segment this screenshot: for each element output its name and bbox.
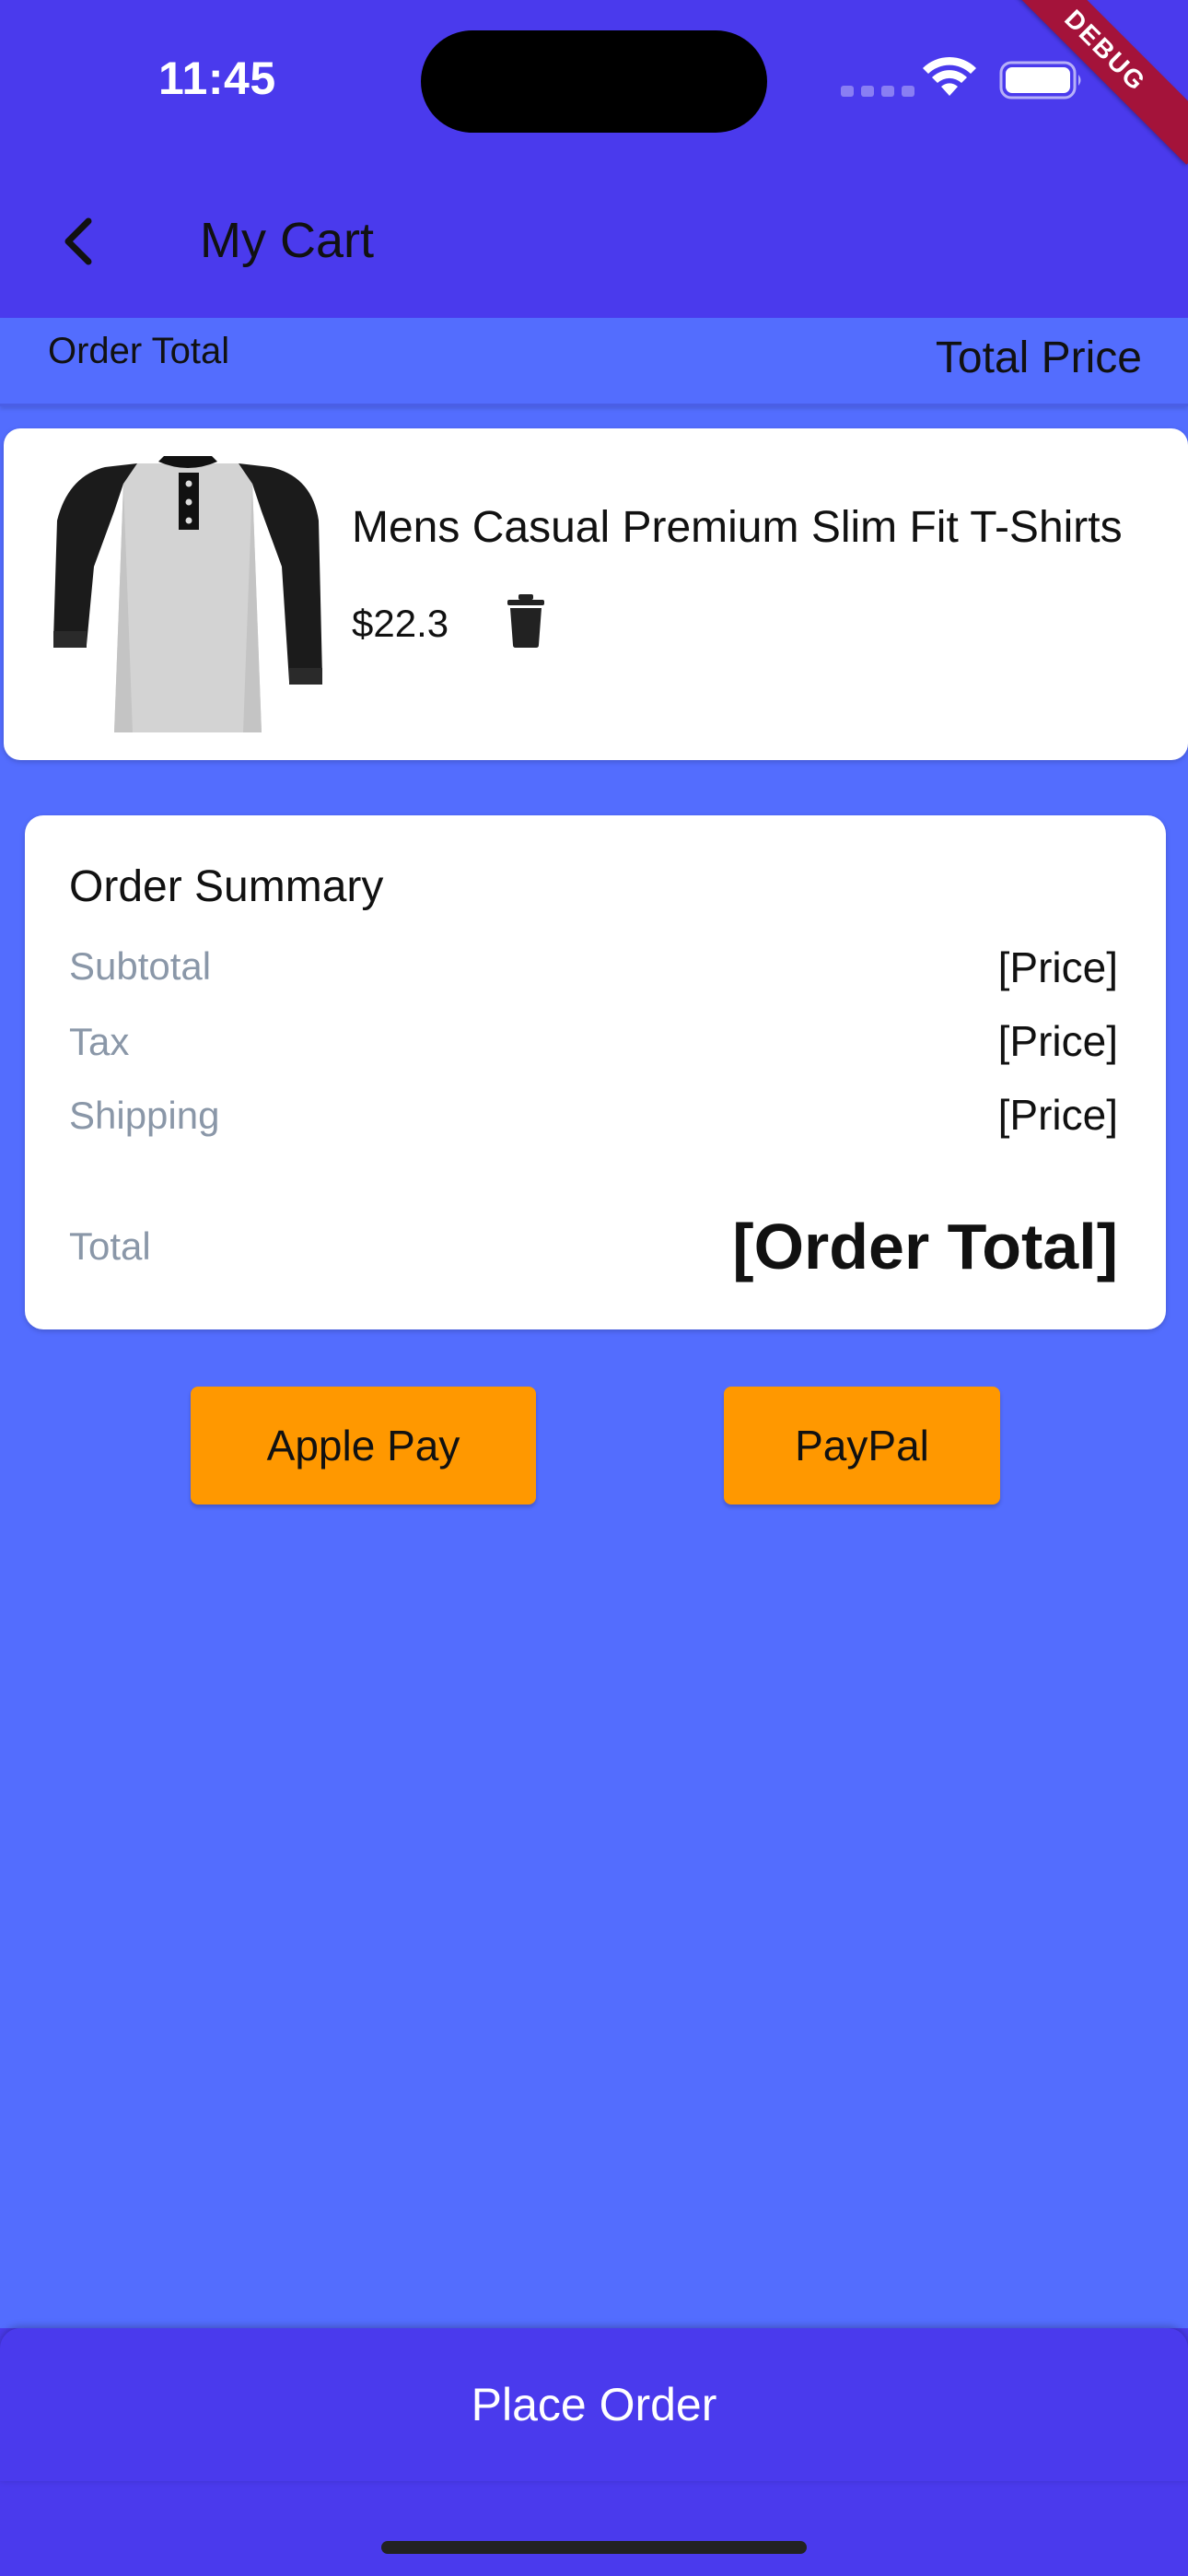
subtotal-value: [Price] xyxy=(997,943,1118,991)
apple-pay-button[interactable]: Apple Pay xyxy=(191,1387,536,1505)
app-bar: 11:45 DEBUG My Cart xyxy=(0,0,1188,318)
total-price-label: Total Price xyxy=(935,334,1142,382)
place-order-button[interactable]: Place Order xyxy=(0,2328,1188,2481)
wifi-icon xyxy=(923,56,976,96)
product-name[interactable]: Mens Casual Premium Slim Fit T-Shirts xyxy=(352,502,1123,553)
cart-item-card: Mens Casual Premium Slim Fit T-Shirts $2… xyxy=(4,428,1188,760)
status-time: 11:45 xyxy=(158,53,276,104)
page-title: My Cart xyxy=(200,213,374,268)
battery-icon xyxy=(999,61,1081,100)
shipping-label: Shipping xyxy=(69,1094,220,1137)
paypal-button[interactable]: PayPal xyxy=(724,1387,1000,1505)
order-summary-title: Order Summary xyxy=(69,862,384,911)
order-summary-card: Order Summary Subtotal [Price] Tax [Pric… xyxy=(25,815,1166,1329)
back-arrow-icon[interactable] xyxy=(52,205,107,278)
shipping-value: [Price] xyxy=(997,1091,1118,1139)
home-indicator xyxy=(381,2541,807,2554)
trash-icon[interactable] xyxy=(506,594,546,648)
total-value: [Order Total] xyxy=(732,1211,1118,1282)
product-price: $22.3 xyxy=(352,602,449,645)
dynamic-island xyxy=(421,30,767,133)
total-label: Total xyxy=(69,1224,151,1268)
tax-label: Tax xyxy=(69,1020,130,1063)
order-total-label: Order Total xyxy=(48,331,230,371)
tshirt-image xyxy=(53,456,322,732)
order-total-strip: Order Total Total Price xyxy=(0,318,1188,406)
tax-value: [Price] xyxy=(997,1017,1118,1065)
subtotal-label: Subtotal xyxy=(69,944,212,988)
